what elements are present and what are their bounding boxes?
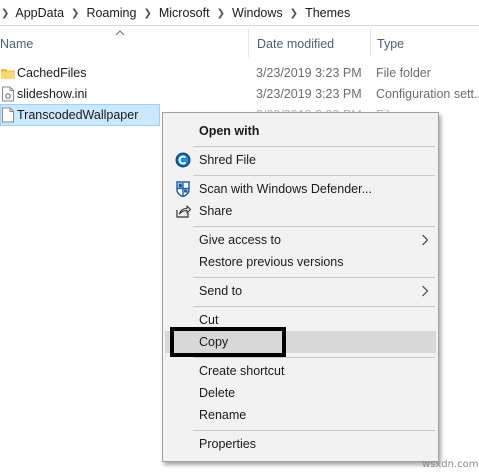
menu-item-delete[interactable]: Delete: [165, 382, 436, 404]
file-date: 3/23/2019 3:23 PM: [256, 87, 362, 101]
menu-separator: [193, 357, 435, 358]
menu-label: Share: [199, 204, 233, 218]
folder-icon: [1, 69, 15, 79]
menu-label: Shred File: [199, 153, 256, 167]
settings-file-icon: [2, 86, 14, 102]
breadcrumb-microsoft[interactable]: Microsoft: [159, 6, 210, 20]
column-header-type[interactable]: Type: [370, 29, 479, 57]
chevron-right-icon[interactable]: ❯: [283, 8, 305, 19]
menu-item-share[interactable]: Share: [165, 200, 436, 222]
menu-item-scan-windows-defender[interactable]: Scan with Windows Defender...: [165, 178, 436, 200]
menu-item-give-access-to[interactable]: Give access to: [165, 229, 436, 251]
menu-item-open-with[interactable]: Open with: [165, 120, 436, 142]
breadcrumb-appdata[interactable]: AppData: [15, 6, 64, 20]
breadcrumb: ❯ AppData ❯ Roaming ❯ Microsoft ❯ Window…: [0, 5, 350, 21]
chevron-right-icon[interactable]: ❯: [136, 8, 158, 19]
menu-item-restore-previous-versions[interactable]: Restore previous versions: [165, 251, 436, 273]
menu-item-rename[interactable]: Rename: [165, 404, 436, 426]
menu-label: Open with: [199, 124, 260, 138]
sort-ascending-icon: [115, 30, 125, 36]
menu-label: Give access to: [199, 233, 281, 247]
file-name: CachedFiles: [17, 66, 87, 80]
chevron-right-icon[interactable]: ❯: [0, 8, 15, 19]
menu-label: Delete: [199, 386, 236, 400]
chevron-right-icon[interactable]: ❯: [64, 8, 86, 19]
address-bar[interactable]: ❯ AppData ❯ Roaming ❯ Microsoft ❯ Window…: [0, 0, 479, 26]
menu-label: Send to: [199, 284, 243, 298]
file-row-cachedfiles[interactable]: CachedFiles 3/23/2019 3:23 PM File folde…: [0, 62, 479, 84]
column-header-name[interactable]: Name: [0, 29, 248, 57]
column-label-name: Name: [0, 37, 34, 51]
file-date: 3/23/2019 3:23 PM: [256, 66, 362, 80]
chevron-right-icon: [422, 234, 429, 246]
file-type: File folder: [376, 66, 431, 80]
menu-item-copy[interactable]: Copy: [165, 327, 436, 357]
column-label-date-modified: Date modified: [257, 37, 335, 51]
shred-icon: [175, 152, 191, 168]
watermark: wsxdn.com: [422, 459, 479, 470]
breadcrumb-roaming[interactable]: Roaming: [86, 6, 136, 20]
menu-item-properties[interactable]: Properties: [165, 433, 436, 455]
menu-separator: [193, 430, 435, 431]
chevron-right-icon: [422, 285, 429, 297]
menu-label: Create shortcut: [199, 364, 285, 378]
chevron-right-icon[interactable]: ❯: [210, 8, 232, 19]
menu-label: Properties: [199, 437, 256, 451]
column-label-type: Type: [377, 37, 405, 51]
file-name: slideshow.ini: [17, 87, 88, 101]
file-row-slideshow-ini[interactable]: slideshow.ini 3/23/2019 3:23 PM Configur…: [0, 83, 479, 105]
menu-separator: [193, 277, 435, 278]
breadcrumb-windows[interactable]: Windows: [232, 6, 283, 20]
menu-label: Copy: [199, 335, 229, 349]
context-menu: Open with Shred File Scan with Windows D…: [162, 112, 439, 462]
breadcrumb-themes[interactable]: Themes: [305, 6, 350, 20]
menu-separator: [193, 226, 435, 227]
menu-separator: [193, 175, 435, 176]
menu-item-shred-file[interactable]: Shred File: [165, 149, 436, 171]
file-name: TranscodedWallpaper: [17, 108, 139, 122]
menu-separator: [193, 306, 435, 307]
file-icon: [2, 107, 14, 123]
windows-defender-icon: [176, 181, 190, 197]
menu-item-send-to[interactable]: Send to: [165, 280, 436, 302]
menu-separator: [193, 146, 435, 147]
share-icon: [176, 205, 191, 218]
file-type: Configuration sett...: [376, 87, 479, 101]
menu-label: Cut: [199, 313, 219, 327]
menu-label: Scan with Windows Defender...: [199, 182, 372, 196]
column-header-date-modified[interactable]: Date modified: [248, 29, 370, 57]
menu-label: Restore previous versions: [199, 255, 344, 269]
menu-label: Rename: [199, 408, 247, 422]
menu-item-create-shortcut[interactable]: Create shortcut: [165, 360, 436, 382]
